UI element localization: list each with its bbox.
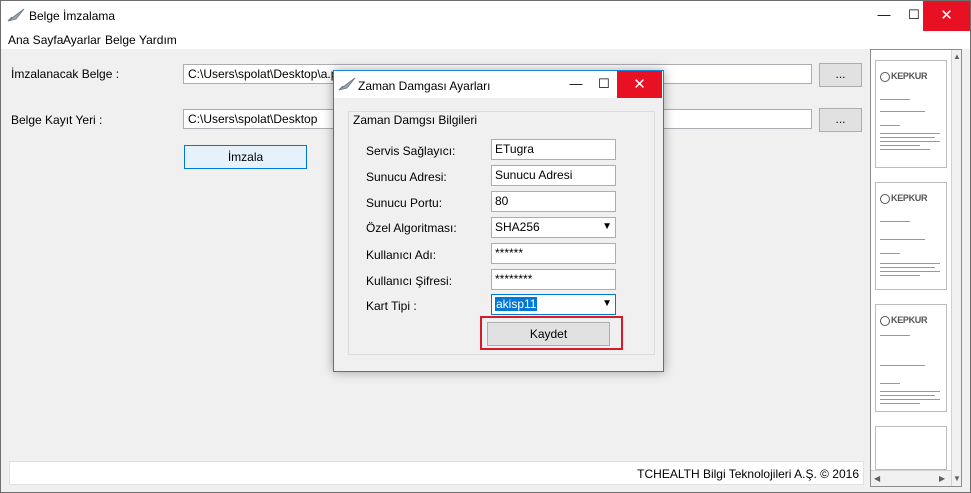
document-label: İmzalanacak Belge :	[11, 67, 120, 81]
preview-page[interactable]: KEPKUR	[875, 304, 947, 412]
algorithm-label: Özel Algoritması:	[366, 221, 457, 235]
preview-vertical-scrollbar[interactable]: ▲ ▼	[951, 50, 961, 486]
save-location-label: Belge Kayıt Yeri :	[11, 113, 103, 127]
menu-yardim[interactable]: Yardım	[139, 33, 177, 47]
server-address-label: Sunucu Adresi:	[366, 170, 447, 184]
service-provider-label: Servis Sağlayıcı:	[366, 144, 456, 158]
kepkur-logo: KEPKUR	[880, 193, 928, 204]
logo-circle-icon	[880, 71, 890, 82]
copyright-text: TCHEALTH Bilgi Teknolojileri A.Ş. © 2016	[637, 467, 859, 481]
scroll-up-icon[interactable]: ▲	[953, 52, 961, 61]
menu-ayarlar[interactable]: Ayarlar	[63, 33, 101, 47]
group-title: Zaman Damgsı Bilgileri	[351, 113, 480, 127]
app-quill-icon	[7, 8, 25, 22]
save-button-highlight: Kaydet	[480, 316, 623, 350]
dialog-minimize-button[interactable]: —	[562, 71, 590, 98]
menu-belge[interactable]: Belge	[105, 33, 136, 47]
menu-ana-sayfa[interactable]: Ana Sayfa	[8, 33, 63, 47]
menu-bar: Ana Sayfa Ayarlar Belge Yardım	[1, 31, 970, 49]
document-preview-panel[interactable]: KEPKUR KEPKUR KEPKUR ▲ ▼ ◀ ▶	[870, 49, 962, 487]
close-button[interactable]: ✕	[923, 1, 970, 31]
browse-document-button[interactable]: ...	[819, 63, 862, 87]
server-port-label: Sunucu Portu:	[366, 196, 443, 210]
dialog-maximize-button[interactable]: ☐	[590, 71, 618, 98]
card-type-label: Kart Tipi :	[366, 299, 417, 313]
dialog-close-button[interactable]: ✕	[617, 71, 662, 98]
card-type-select[interactable]: akisp11 ▼	[491, 294, 616, 315]
service-provider-input[interactable]: ETugra	[491, 139, 616, 160]
scroll-right-icon[interactable]: ▶	[939, 474, 945, 483]
dialog-title-bar[interactable]: Zaman Damgası Ayarları — ☐ ✕	[334, 71, 663, 98]
logo-text: KEPKUR	[891, 71, 928, 81]
logo-text: KEPKUR	[891, 193, 928, 203]
algorithm-select[interactable]: SHA256 ▼	[491, 217, 616, 238]
minimize-button[interactable]: —	[869, 1, 899, 31]
chevron-down-icon[interactable]: ▼	[602, 298, 612, 309]
window-title: Belge İmzalama	[29, 9, 116, 23]
server-address-input[interactable]: Sunucu Adresi	[491, 165, 616, 186]
algorithm-value: SHA256	[495, 220, 540, 234]
status-bar: TCHEALTH Bilgi Teknolojileri A.Ş. © 2016	[9, 461, 864, 485]
username-label: Kullanıcı Adı:	[366, 248, 437, 262]
scroll-left-icon[interactable]: ◀	[874, 474, 880, 483]
browse-save-location-button[interactable]: ...	[819, 108, 862, 132]
preview-horizontal-scrollbar[interactable]: ◀ ▶	[871, 470, 951, 486]
kepkur-logo: KEPKUR	[880, 315, 928, 326]
scroll-down-icon[interactable]: ▼	[953, 474, 961, 483]
app-quill-icon	[338, 77, 356, 91]
card-type-value: akisp11	[495, 297, 538, 311]
save-button[interactable]: Kaydet	[487, 322, 610, 346]
preview-page[interactable]: KEPKUR	[875, 182, 947, 290]
logo-circle-icon	[880, 193, 890, 204]
dialog-title: Zaman Damgası Ayarları	[358, 79, 491, 93]
logo-circle-icon	[880, 315, 890, 326]
server-port-input[interactable]: 80	[491, 191, 616, 212]
preview-page[interactable]	[875, 426, 947, 470]
kepkur-logo: KEPKUR	[880, 71, 928, 82]
password-input[interactable]: ********	[491, 269, 616, 290]
sign-button[interactable]: İmzala	[184, 145, 307, 169]
chevron-down-icon[interactable]: ▼	[602, 221, 612, 232]
logo-text: KEPKUR	[891, 315, 928, 325]
preview-page[interactable]: KEPKUR	[875, 60, 947, 168]
title-bar[interactable]: Belge İmzalama — ☐ ✕	[1, 1, 970, 31]
timestamp-settings-dialog: Zaman Damgası Ayarları — ☐ ✕ Zaman Damgs…	[333, 70, 664, 372]
password-label: Kullanıcı Şifresi:	[366, 274, 453, 288]
username-input[interactable]: ******	[491, 243, 616, 264]
